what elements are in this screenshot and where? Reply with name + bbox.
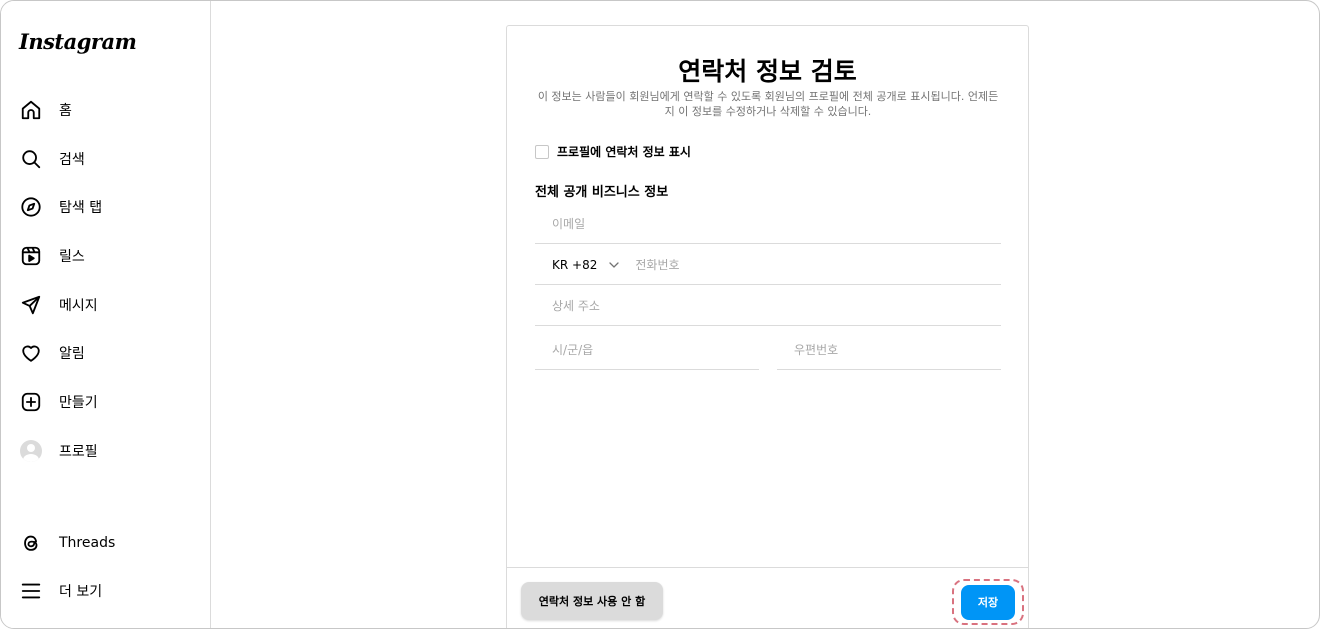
save-button[interactable]: 저장 xyxy=(961,584,1015,620)
sidebar-item-more[interactable]: 더 보기 xyxy=(11,571,201,611)
sidebar-item-reels[interactable]: 릴스 xyxy=(11,236,201,276)
search-icon xyxy=(19,147,43,171)
app-window: Instagram 홈 검색 탐색 탭 릴스 메시지 알림 만들기 프로필 Th… xyxy=(0,0,1320,629)
sidebar-item-label: 홈 xyxy=(59,103,72,119)
sidebar-item-threads[interactable]: Threads xyxy=(11,523,201,563)
sidebar-item-label: 검색 xyxy=(59,152,85,168)
save-button-highlight: 저장 xyxy=(952,579,1024,625)
menu-icon xyxy=(19,579,43,603)
compass-icon xyxy=(19,195,43,219)
email-field-wrapper xyxy=(535,204,1001,244)
zip-input[interactable] xyxy=(777,342,1001,357)
section-heading: 전체 공개 비즈니스 정보 xyxy=(535,185,669,200)
sidebar-item-label: 알림 xyxy=(59,346,85,362)
sidebar-item-search[interactable]: 검색 xyxy=(11,139,201,179)
reels-icon xyxy=(19,244,43,268)
country-code-value: KR +82 xyxy=(552,257,598,272)
send-icon xyxy=(19,293,43,317)
sidebar-item-messages[interactable]: 메시지 xyxy=(11,285,201,325)
sidebar-item-label: 만들기 xyxy=(59,395,98,411)
sidebar-item-explore[interactable]: 탐색 탭 xyxy=(11,187,201,227)
phone-input[interactable] xyxy=(619,257,1001,272)
show-contact-checkbox[interactable] xyxy=(535,144,549,159)
sidebar-item-label: 프로필 xyxy=(59,444,98,460)
show-contact-checkbox-row[interactable]: 프로필에 연락처 정보 표시 xyxy=(535,143,691,160)
city-input[interactable] xyxy=(535,342,759,357)
phone-field-wrapper: KR +82 xyxy=(535,245,1001,285)
sidebar-item-home[interactable]: 홈 xyxy=(11,90,201,130)
sidebar-item-label: Threads xyxy=(59,535,116,551)
dont-use-contact-button[interactable]: 연락처 정보 사용 안 함 xyxy=(521,582,663,620)
zip-field-wrapper xyxy=(777,330,1001,370)
city-field-wrapper xyxy=(535,330,759,370)
sidebar-item-label: 메시지 xyxy=(59,298,98,314)
footer-divider xyxy=(507,567,1028,568)
avatar-icon xyxy=(19,439,43,463)
page-title: 연락처 정보 검토 xyxy=(678,57,857,86)
threads-icon xyxy=(19,531,43,555)
contact-info-card: 연락처 정보 검토 이 정보는 사람들이 회원님에게 연락할 수 있도록 회원님… xyxy=(506,25,1029,628)
address-input[interactable] xyxy=(535,298,1001,313)
sidebar-item-label: 릴스 xyxy=(59,249,85,265)
instagram-logo[interactable]: Instagram xyxy=(19,29,137,54)
page-subtitle: 이 정보는 사람들이 회원님에게 연락할 수 있도록 회원님의 프로필에 전체 … xyxy=(537,90,999,118)
checkbox-label: 프로필에 연락처 정보 표시 xyxy=(557,145,691,159)
sidebar-item-label: 더 보기 xyxy=(59,584,103,600)
address-field-wrapper xyxy=(535,286,1001,326)
sidebar-item-label: 탐색 탭 xyxy=(59,200,103,216)
sidebar-item-profile[interactable]: 프로필 xyxy=(11,431,201,471)
country-code-select[interactable]: KR +82 xyxy=(535,257,620,272)
plus-square-icon xyxy=(19,390,43,414)
sidebar-item-create[interactable]: 만들기 xyxy=(11,382,201,422)
chevron-down-icon xyxy=(609,261,620,268)
home-icon xyxy=(19,98,43,122)
sidebar-item-notifications[interactable]: 알림 xyxy=(11,333,201,373)
email-input[interactable] xyxy=(535,216,1001,231)
heart-icon xyxy=(19,341,43,365)
sidebar: Instagram 홈 검색 탐색 탭 릴스 메시지 알림 만들기 프로필 Th… xyxy=(1,1,211,628)
